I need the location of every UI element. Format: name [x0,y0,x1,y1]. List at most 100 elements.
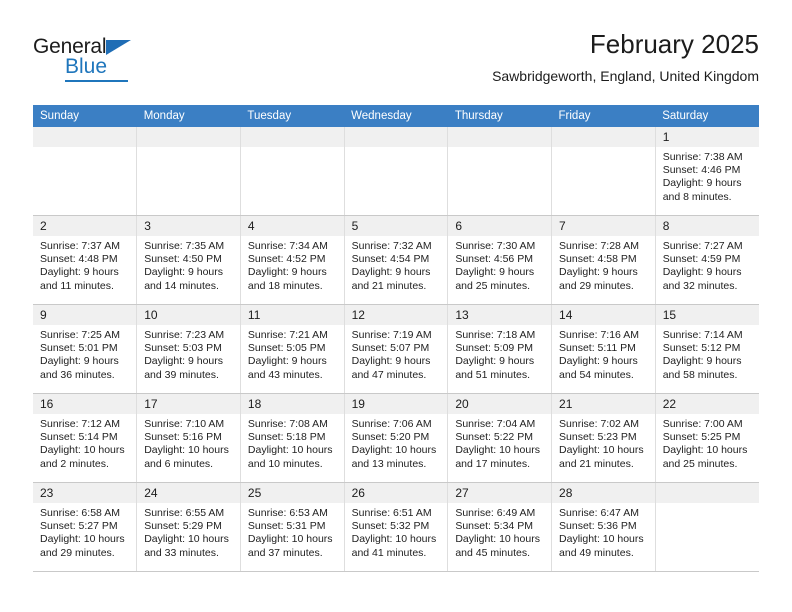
calendar-day-cell[interactable]: 21 Sunrise: 7:02 AM Sunset: 5:23 PM Dayligh… [551,393,656,483]
calendar-day-cell[interactable]: 22 Sunrise: 7:00 AM Sunset: 5:25 PM Dayligh… [655,393,759,483]
daylight-text-line2: and 29 minutes. [40,546,115,559]
sunset-text: Sunset: 5:22 PM [455,431,533,444]
calendar-day-cell[interactable]: 23 Sunrise: 6:58 AM Sunset: 5:27 PM Dayligh… [33,482,138,572]
calendar-day-cell[interactable]: 24 Sunrise: 6:55 AM Sunset: 5:29 PM Dayligh… [136,482,241,572]
calendar-day-cell[interactable]: 16 Sunrise: 7:12 AM Sunset: 5:14 PM Dayligh… [33,393,138,483]
calendar-day-cell[interactable]: 25 Sunrise: 6:53 AM Sunset: 5:31 PM Dayligh… [240,482,345,572]
calendar-day-cell[interactable]: 14 Sunrise: 7:16 AM Sunset: 5:11 PM Dayligh… [551,304,656,394]
calendar-day-cell[interactable]: 4 Sunrise: 7:34 AM Sunset: 4:52 PM Daylight… [240,215,345,305]
page-header: General Blue February 2025 Sawbridgewort… [33,28,759,94]
sunrise-text: Sunrise: 7:35 AM [144,240,225,252]
sunrise-text: Sunrise: 7:38 AM [662,151,743,163]
day-details: Sunrise: 7:38 AM Sunset: 4:46 PM Daylight:… [656,147,759,204]
day-details: Sunrise: 7:30 AM Sunset: 4:56 PM Daylight:… [448,236,551,293]
weekday-header-wednesday: Wednesday [344,105,448,127]
sunset-text: Sunset: 5:11 PM [559,342,636,355]
calendar-day-cell[interactable]: 20 Sunrise: 7:04 AM Sunset: 5:22 PM Dayligh… [447,393,553,483]
calendar-day-cell[interactable]: 9 Sunrise: 7:25 AM Sunset: 5:01 PM Daylight… [33,304,138,394]
sunset-text: Sunset: 4:58 PM [559,253,637,266]
day-details: Sunrise: 6:55 AM Sunset: 5:29 PM Daylight:… [137,503,240,560]
daylight-text-line1: Daylight: 10 hours [144,533,229,546]
day-details: Sunrise: 7:18 AM Sunset: 5:09 PM Daylight:… [448,325,551,382]
calendar-day-cell[interactable]: 19 Sunrise: 7:06 AM Sunset: 5:20 PM Dayligh… [344,393,449,483]
daylight-text-line2: and 14 minutes. [144,279,219,292]
calendar-day-cell[interactable]: 13 Sunrise: 7:18 AM Sunset: 5:09 PM Dayligh… [447,304,553,394]
calendar-day-cell[interactable]: 2 Sunrise: 7:37 AM Sunset: 4:48 PM Daylight… [33,215,138,305]
calendar-day-cell[interactable]: 15 Sunrise: 7:14 AM Sunset: 5:12 PM Dayligh… [655,304,759,394]
day-details: Sunrise: 7:32 AM Sunset: 4:54 PM Daylight:… [345,236,448,293]
day-details: Sunrise: 6:49 AM Sunset: 5:34 PM Daylight:… [448,503,551,560]
calendar-cell-empty [551,127,656,216]
calendar-day-cell[interactable]: 18 Sunrise: 7:08 AM Sunset: 5:18 PM Dayligh… [240,393,345,483]
day-details: Sunrise: 7:06 AM Sunset: 5:20 PM Daylight:… [345,414,448,471]
daylight-text-line1: Daylight: 9 hours [144,266,223,279]
day-number: 26 [344,483,448,503]
sunset-text: Sunset: 5:05 PM [247,342,326,355]
day-details: Sunrise: 7:08 AM Sunset: 5:18 PM Daylight:… [241,414,344,471]
calendar-day-cell[interactable]: 7 Sunrise: 7:28 AM Sunset: 4:58 PM Daylight… [551,215,656,305]
daylight-text-line1: Daylight: 9 hours [351,355,431,368]
calendar-day-cell[interactable]: 26 Sunrise: 6:51 AM Sunset: 5:32 PM Dayligh… [344,482,449,572]
day-number [448,127,552,147]
daylight-text-line1: Daylight: 10 hours [351,533,437,546]
calendar-day-cell[interactable]: 10 Sunrise: 7:23 AM Sunset: 5:03 PM Dayligh… [136,304,241,394]
daylight-text-line2: and 25 minutes. [662,457,738,470]
sunset-text: Sunset: 5:18 PM [247,431,326,444]
day-details: Sunrise: 7:25 AM Sunset: 5:01 PM Daylight:… [33,325,136,382]
sunset-text: Sunset: 5:12 PM [662,342,741,355]
daylight-text-line2: and 58 minutes. [662,368,738,381]
daylight-text-line1: Daylight: 10 hours [40,533,125,546]
calendar-day-cell[interactable]: 3 Sunrise: 7:35 AM Sunset: 4:50 PM Daylight… [136,215,241,305]
daylight-text-line1: Daylight: 10 hours [247,533,333,546]
daylight-text-line1: Daylight: 9 hours [662,266,742,279]
sunrise-text: Sunrise: 7:19 AM [351,329,432,341]
daylight-text-line2: and 32 minutes. [662,279,738,292]
day-details: Sunrise: 7:27 AM Sunset: 4:59 PM Daylight:… [656,236,759,293]
day-number: 11 [240,305,344,325]
calendar-day-cell[interactable]: 6 Sunrise: 7:30 AM Sunset: 4:56 PM Daylight… [447,215,553,305]
daylight-text-line2: and 39 minutes. [144,368,219,381]
day-details: Sunrise: 6:47 AM Sunset: 5:36 PM Daylight:… [552,503,655,560]
day-details: Sunrise: 7:28 AM Sunset: 4:58 PM Daylight:… [552,236,655,293]
daylight-text-line2: and 51 minutes. [455,368,531,381]
general-blue-logo: General Blue [33,36,213,88]
daylight-text-line2: and 45 minutes. [455,546,531,559]
daylight-text-line2: and 37 minutes. [247,546,323,559]
title-block: February 2025 Sawbridgeworth, England, U… [492,28,759,86]
calendar-day-cell[interactable]: 12 Sunrise: 7:19 AM Sunset: 5:07 PM Dayligh… [344,304,449,394]
day-number [655,483,759,503]
weekday-header-saturday: Saturday [655,105,759,127]
sunset-text: Sunset: 5:23 PM [559,431,637,444]
sunrise-text: Sunrise: 7:34 AM [247,240,328,252]
calendar-day-cell[interactable]: 1 Sunrise: 7:38 AM Sunset: 4:46 PM Daylight… [655,127,759,216]
sunrise-text: Sunrise: 7:28 AM [559,240,639,252]
day-details: Sunrise: 7:14 AM Sunset: 5:12 PM Daylight:… [656,325,759,382]
day-details: Sunrise: 7:02 AM Sunset: 5:23 PM Daylight:… [552,414,655,471]
calendar-day-cell[interactable]: 27 Sunrise: 6:49 AM Sunset: 5:34 PM Dayligh… [447,482,553,572]
daylight-text-line2: and 43 minutes. [247,368,323,381]
day-number: 1 [655,127,759,147]
calendar-day-cell[interactable]: 28 Sunrise: 6:47 AM Sunset: 5:36 PM Dayligh… [551,482,656,572]
sunrise-text: Sunrise: 7:27 AM [662,240,743,252]
day-details: Sunrise: 7:10 AM Sunset: 5:16 PM Daylight:… [137,414,240,471]
sunrise-text: Sunrise: 7:21 AM [247,329,328,341]
sunset-text: Sunset: 5:36 PM [559,520,637,533]
day-details: Sunrise: 7:35 AM Sunset: 4:50 PM Daylight:… [137,236,240,293]
day-number: 7 [552,216,655,236]
sunset-text: Sunset: 5:31 PM [247,520,326,533]
sunrise-text: Sunrise: 6:58 AM [40,507,120,519]
daylight-text-line2: and 54 minutes. [559,368,634,381]
day-number: 9 [33,305,137,325]
calendar-day-cell[interactable]: 5 Sunrise: 7:32 AM Sunset: 4:54 PM Daylight… [344,215,449,305]
calendar-day-cell[interactable]: 8 Sunrise: 7:27 AM Sunset: 4:59 PM Daylight… [655,215,759,305]
daylight-text-line2: and 49 minutes. [559,546,634,559]
daylight-text-line2: and 13 minutes. [351,457,427,470]
calendar-week-row: 1 Sunrise: 7:38 AM Sunset: 4:46 PM Daylight… [33,127,759,216]
sunrise-text: Sunrise: 7:10 AM [144,418,225,430]
daylight-text-line2: and 21 minutes. [559,457,634,470]
day-number: 21 [552,394,655,414]
calendar-day-cell[interactable]: 11 Sunrise: 7:21 AM Sunset: 5:05 PM Dayligh… [240,304,345,394]
day-number: 19 [344,394,448,414]
calendar-day-cell[interactable]: 17 Sunrise: 7:10 AM Sunset: 5:16 PM Dayligh… [136,393,241,483]
sunrise-text: Sunrise: 7:08 AM [247,418,328,430]
